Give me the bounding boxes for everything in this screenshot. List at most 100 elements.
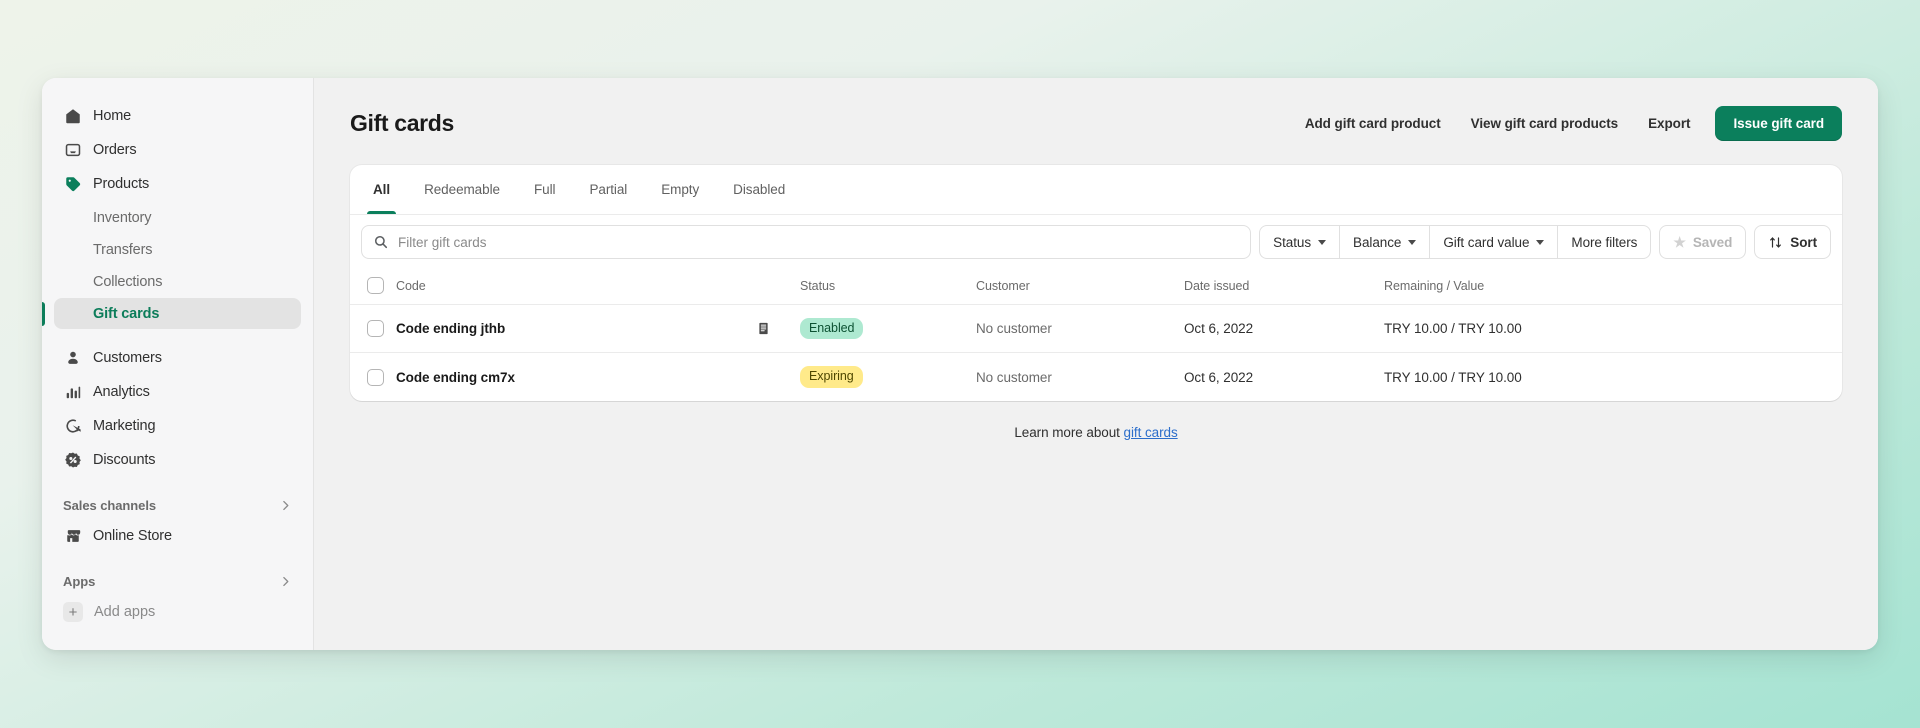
page-header: Gift cards Add gift card product View gi… [350, 106, 1842, 141]
row-customer: No customer [976, 304, 1184, 354]
sidebar-section-apps[interactable]: Apps [54, 566, 301, 596]
column-header-customer: Customer [976, 269, 1184, 305]
tab-all[interactable]: All [356, 165, 407, 214]
sidebar-item-home[interactable]: Home [54, 100, 301, 132]
row-select-cell [350, 353, 396, 401]
tab-empty[interactable]: Empty [644, 165, 716, 214]
sidebar-item-label: Collections [93, 273, 163, 290]
sidebar-section-label: Apps [63, 573, 96, 589]
row-date-issued: Oct 6, 2022 [1184, 369, 1254, 385]
saved-label: Saved [1692, 234, 1733, 250]
sidebar-item-inventory[interactable]: Inventory [54, 202, 301, 233]
add-apps-button[interactable]: + Add apps [54, 596, 301, 628]
gift-cards-link[interactable]: gift cards [1124, 425, 1178, 440]
sidebar-item-label: Products [93, 176, 150, 192]
more-filters-button[interactable]: More filters [1557, 225, 1652, 259]
analytics-bars-icon [63, 383, 82, 402]
more-filters-label: More filters [1571, 234, 1638, 250]
add-apps-label: Add apps [94, 604, 156, 620]
export-button[interactable]: Export [1633, 107, 1705, 140]
sidebar-item-label: Home [93, 108, 132, 124]
status-filter-label: Status [1273, 234, 1312, 250]
sidebar-item-label: Gift cards [93, 305, 160, 322]
sidebar-item-label: Online Store [93, 528, 172, 544]
chevron-down-icon [1536, 239, 1545, 245]
tab-partial[interactable]: Partial [572, 165, 644, 214]
status-filter-button[interactable]: Status [1259, 225, 1340, 259]
sidebar-item-marketing[interactable]: Marketing [54, 410, 301, 442]
table-header: Code Status Customer Date issued Remaini… [350, 269, 1842, 305]
column-header-status: Status [800, 269, 976, 305]
row-note-cell [756, 304, 800, 354]
row-status-cell: Enabled [800, 304, 976, 354]
tab-redeemable[interactable]: Redeemable [407, 165, 517, 214]
gift-card-value-filter-button[interactable]: Gift card value [1429, 225, 1558, 259]
status-badge: Expiring [800, 366, 863, 388]
issue-gift-card-button[interactable]: Issue gift card [1715, 106, 1842, 141]
row-checkbox[interactable] [367, 368, 384, 386]
tab-full[interactable]: Full [517, 165, 572, 214]
sidebar-item-label: Marketing [93, 418, 156, 434]
saved-button[interactable]: ★ Saved [1659, 225, 1747, 259]
sidebar-item-analytics[interactable]: Analytics [54, 376, 301, 408]
sidebar-item-label: Inventory [93, 209, 152, 226]
sidebar-item-online-store[interactable]: Online Store [54, 520, 301, 552]
row-code: Code ending cm7x [396, 369, 515, 385]
balance-filter-button[interactable]: Balance [1339, 225, 1430, 259]
header-actions: Add gift card product View gift card pro… [1290, 106, 1842, 141]
sidebar-item-collections[interactable]: Collections [54, 266, 301, 297]
sidebar-section-sales-channels[interactable]: Sales channels [54, 490, 301, 520]
select-all-header [350, 269, 396, 305]
table-row[interactable]: Code ending jthb Enabled No customer Oct… [350, 304, 1842, 354]
row-select-cell [350, 304, 396, 354]
tabs: All Redeemable Full Partial Empty Disabl… [350, 165, 1842, 215]
row-remaining-value: TRY 10.00 / TRY 10.00 [1384, 304, 1842, 354]
sort-button[interactable]: Sort [1754, 225, 1831, 259]
discounts-percent-icon [63, 451, 82, 470]
row-status-cell: Expiring [800, 353, 976, 401]
gift-cards-table: Code Status Customer Date issued Remaini… [350, 269, 1842, 401]
filter-bar: Status Balance Gift card value More filt… [350, 215, 1842, 269]
search-icon [373, 234, 389, 250]
tab-disabled[interactable]: Disabled [716, 165, 802, 214]
search-input[interactable] [398, 234, 1240, 250]
table-row[interactable]: Code ending cm7x Expiring No customer Oc… [350, 353, 1842, 401]
sidebar-item-discounts[interactable]: Discounts [54, 444, 301, 476]
sort-arrows-icon [1768, 235, 1783, 250]
sidebar-item-products[interactable]: Products [54, 168, 301, 200]
column-header-code: Code [396, 269, 756, 305]
search-box[interactable] [361, 225, 1252, 259]
row-customer: No customer [976, 369, 1052, 385]
column-header-date-issued: Date issued [1184, 269, 1384, 305]
select-all-checkbox[interactable] [367, 277, 384, 294]
main-content: Gift cards Add gift card product View gi… [314, 78, 1878, 650]
filter-dropdown-group: Status Balance Gift card value More filt… [1259, 225, 1652, 259]
sidebar-item-label: Customers [93, 350, 162, 366]
row-date-issued: Oct 6, 2022 [1184, 304, 1384, 354]
row-code: Code ending jthb [396, 304, 756, 354]
note-icon[interactable] [756, 321, 800, 336]
column-header-remaining-value: Remaining / Value [1384, 269, 1842, 305]
orders-icon [63, 141, 82, 160]
star-icon: ★ [1673, 234, 1686, 250]
row-note-cell [756, 353, 800, 401]
products-tag-icon [63, 175, 82, 194]
gift-card-value-filter-label: Gift card value [1443, 234, 1530, 250]
footer-note: Learn more about gift cards [350, 401, 1842, 440]
sidebar-item-customers[interactable]: Customers [54, 342, 301, 374]
view-gift-card-products-button[interactable]: View gift card products [1456, 107, 1633, 140]
sidebar-item-orders[interactable]: Orders [54, 134, 301, 166]
online-store-icon [63, 527, 82, 546]
chevron-right-icon [279, 499, 292, 512]
sidebar-item-label: Transfers [93, 241, 153, 258]
row-checkbox[interactable] [367, 320, 384, 338]
add-gift-card-product-button[interactable]: Add gift card product [1290, 107, 1456, 140]
sidebar-item-transfers[interactable]: Transfers [54, 234, 301, 265]
plus-icon: + [63, 602, 83, 622]
sidebar-section-label: Sales channels [63, 497, 157, 513]
table-body: Code ending jthb Enabled No customer Oct… [350, 304, 1842, 401]
chevron-down-icon [1408, 239, 1417, 245]
sidebar-item-gift-cards[interactable]: Gift cards [54, 298, 301, 329]
sidebar-item-label: Analytics [93, 384, 150, 400]
